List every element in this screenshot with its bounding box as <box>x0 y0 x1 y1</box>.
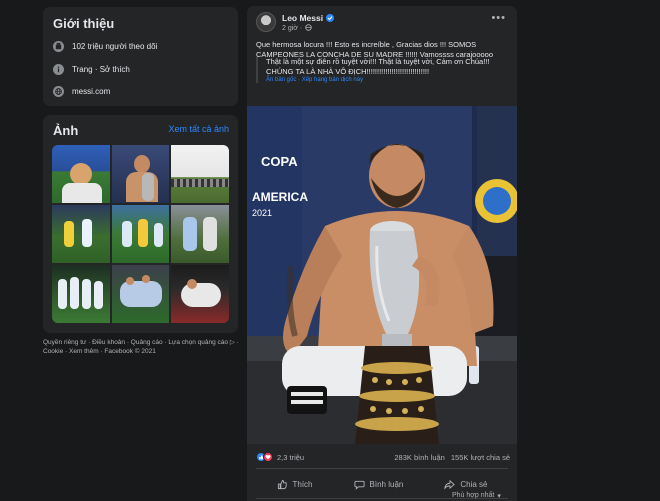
stats-divider <box>256 468 508 469</box>
page-category[interactable]: Trang · Sở thích <box>72 65 130 74</box>
like-icon <box>277 479 287 489</box>
more-options-icon[interactable]: ••• <box>491 12 506 24</box>
translated-text: Thật là một sự điên rồ tuyệt vời!!! Thật… <box>266 57 490 76</box>
banner-america: AMERICA <box>252 190 308 204</box>
globe-icon <box>53 86 64 97</box>
see-all-photos-link[interactable]: Xem tất cả ảnh <box>168 124 229 134</box>
reaction-count[interactable]: 2,3 triệu <box>277 453 304 462</box>
photo-thumbnail[interactable] <box>52 145 110 203</box>
footer-links[interactable]: Quyền riêng tư · Điều khoản · Quảng cáo … <box>43 338 243 356</box>
chevron-down-icon: ▾ <box>497 493 501 500</box>
photo-thumbnail[interactable] <box>111 145 170 203</box>
like-button[interactable]: Thích <box>277 479 313 490</box>
website-link[interactable]: messi.com <box>72 87 110 96</box>
photo-thumbnail[interactable] <box>171 265 229 323</box>
post-photo-illustration: COPA AMERICA 2021 <box>247 106 517 444</box>
verified-badge-icon <box>326 14 335 22</box>
post-time[interactable]: 2 giờ · <box>282 25 302 32</box>
comment-button[interactable]: Bình luận <box>353 479 404 490</box>
author-row: Leo Messi <box>282 13 335 23</box>
comment-count[interactable]: 283K bình luận <box>394 453 444 462</box>
photo-thumbnail[interactable] <box>111 265 170 323</box>
photo-thumbnail[interactable] <box>52 265 110 323</box>
public-globe-icon <box>305 24 312 33</box>
post-photo[interactable]: COPA AMERICA 2021 <box>247 106 517 444</box>
like-label: Thích <box>292 479 313 489</box>
banner-copa: COPA <box>261 154 298 169</box>
photo-grid <box>52 145 229 323</box>
reaction-icons[interactable] <box>256 452 273 462</box>
intro-card: Giới thiệu 102 triệu người theo dõi Tran… <box>43 7 238 106</box>
comment-icon <box>353 480 365 490</box>
share-icon <box>444 479 456 490</box>
intro-title: Giới thiệu <box>53 16 115 31</box>
post-stats: 2,3 triệu 283K bình luận 155K lượt chia … <box>256 450 510 464</box>
photo-thumbnail[interactable] <box>171 205 229 263</box>
translation-box: Thật là một sự điên rồ tuyệt vời!!! Thật… <box>256 57 508 83</box>
followers-icon <box>53 41 64 52</box>
photos-card: Ảnh Xem tất cả ảnh <box>43 115 238 333</box>
photo-thumbnail[interactable] <box>171 145 229 203</box>
photo-thumbnail[interactable] <box>111 205 170 263</box>
followers-count: 102 triệu người theo dõi <box>72 42 158 51</box>
post-card: Leo Messi 2 giờ · ••• Que hermosa locura… <box>247 6 517 501</box>
comment-sort-dropdown[interactable]: Phù hợp nhất ▾ <box>452 492 501 500</box>
love-reaction-icon <box>263 452 273 462</box>
website-row: messi.com <box>53 86 110 97</box>
comment-label: Bình luận <box>369 479 404 489</box>
translation-links[interactable]: Ẩn bản gốc · Xếp hạng bản dịch này <box>266 77 508 83</box>
share-button[interactable]: Chia sẻ <box>444 479 487 490</box>
author-name[interactable]: Leo Messi <box>282 13 323 23</box>
share-label: Chia sẻ <box>460 479 488 489</box>
post-time-row: 2 giờ · <box>282 24 312 33</box>
followers-row: 102 triệu người theo dõi <box>53 41 157 52</box>
sort-label: Phù hợp nhất <box>452 492 495 499</box>
share-count[interactable]: 155K lượt chia sẻ <box>451 453 510 462</box>
author-avatar[interactable] <box>256 12 276 32</box>
photos-title: Ảnh <box>53 123 79 138</box>
category-row: Trang · Sở thích <box>53 64 130 75</box>
photo-thumbnail[interactable] <box>52 205 110 263</box>
info-icon <box>53 64 64 75</box>
banner-year: 2021 <box>252 208 272 218</box>
